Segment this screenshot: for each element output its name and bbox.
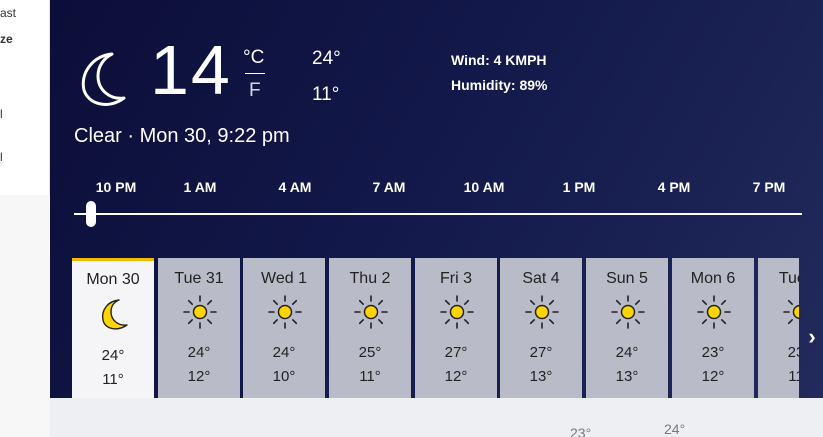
day-card-sat-4[interactable]: Sat 4 27° 13° xyxy=(500,258,582,400)
daily-forecast-strip: Mon 30 24° 11° Tue 31 24° 12° Wed 1 24° … xyxy=(72,258,799,400)
sun-icon xyxy=(697,295,731,329)
day-name: Mon 6 xyxy=(690,270,736,287)
day-name: Tue 31 xyxy=(174,270,224,287)
day-name: Sun 5 xyxy=(606,270,648,287)
day-low: 12° xyxy=(701,368,725,385)
hour-label[interactable]: 7 AM xyxy=(373,179,406,195)
moon-icon xyxy=(81,52,126,106)
day-name: Thu 2 xyxy=(349,270,391,287)
day-high: 27° xyxy=(529,344,553,361)
day-name: Mon 30 xyxy=(86,271,140,288)
hour-label[interactable]: 4 PM xyxy=(658,179,691,195)
day-low: 11° xyxy=(102,371,124,388)
day-name: Tue 7 xyxy=(778,270,799,287)
day-card-mon-6[interactable]: Mon 6 23° 12° xyxy=(672,258,754,400)
sun-icon xyxy=(183,295,217,329)
current-temperature: 14 xyxy=(150,31,232,109)
day-high: 24° xyxy=(101,347,125,364)
chart-value-label: 24° xyxy=(664,421,686,437)
day-name: Wed 1 xyxy=(261,270,307,287)
day-card-sun-5[interactable]: Sun 5 24° 13° xyxy=(586,258,668,400)
chart-area-below: 23° 24° xyxy=(50,398,823,437)
day-high: 24° xyxy=(615,344,639,361)
sidebar-fragment: l xyxy=(0,107,3,121)
next-days-chevron-icon[interactable]: › xyxy=(803,322,821,352)
hour-label[interactable]: 10 PM xyxy=(96,179,136,195)
day-low: 12° xyxy=(187,368,211,385)
left-sidebar: ast ze l l xyxy=(0,0,50,437)
sun-icon xyxy=(611,295,645,329)
day-low: 11° xyxy=(788,368,799,385)
sun-icon xyxy=(440,295,474,329)
day-card-mon-30[interactable]: Mon 30 24° 11° xyxy=(72,258,154,400)
hour-label[interactable]: 10 AM xyxy=(464,179,505,195)
hour-label[interactable]: 7 PM xyxy=(753,179,786,195)
day-low: 13° xyxy=(529,368,553,385)
weather-card: 14 °C F 24° 11° Wind: 4 KMPH Humidity: 8… xyxy=(50,0,823,400)
sidebar-fragment: ze xyxy=(0,32,13,46)
day-high: 25° xyxy=(358,344,382,361)
day-low: 10° xyxy=(272,368,296,385)
day-card-fri-3[interactable]: Fri 3 27° 12° xyxy=(415,258,497,400)
sun-icon xyxy=(783,299,799,325)
today-high: 24° xyxy=(312,48,341,69)
day-low: 13° xyxy=(615,368,639,385)
hour-slider-thumb[interactable] xyxy=(86,201,96,227)
day-high: 27° xyxy=(444,344,468,361)
unit-fahrenheit-toggle[interactable]: F xyxy=(249,80,261,102)
day-card-tue-31[interactable]: Tue 31 24° 12° xyxy=(158,258,240,400)
sun-icon xyxy=(268,295,302,329)
day-low: 12° xyxy=(444,368,468,385)
wind-speed: Wind: 4 KMPH xyxy=(451,52,547,68)
day-card-thu-2[interactable]: Thu 2 25° 11° xyxy=(329,258,411,400)
left-sidebar-lower xyxy=(0,195,50,437)
hour-label[interactable]: 1 AM xyxy=(184,179,217,195)
today-low: 11° xyxy=(312,84,340,105)
day-low: 11° xyxy=(359,368,381,385)
day-high: 23° xyxy=(701,344,725,361)
unit-separator xyxy=(245,73,265,74)
condition-datetime: Clear · Mon 30, 9:22 pm xyxy=(74,125,290,147)
day-high: 24° xyxy=(187,344,211,361)
hour-label[interactable]: 4 AM xyxy=(279,179,312,195)
sun-icon xyxy=(525,295,559,329)
day-high: 24° xyxy=(272,344,296,361)
humidity: Humidity: 89% xyxy=(451,77,548,93)
moon-icon xyxy=(101,299,128,330)
day-card-tue-7[interactable]: Tue 7 23° 11° xyxy=(758,258,799,400)
day-name: Fri 3 xyxy=(440,270,472,287)
hour-slider-track[interactable] xyxy=(74,213,802,215)
sidebar-fragment: l xyxy=(0,150,3,164)
chart-value-label: 23° xyxy=(570,425,592,437)
day-name: Sat 4 xyxy=(522,270,560,287)
hour-label[interactable]: 1 PM xyxy=(563,179,596,195)
day-card-wed-1[interactable]: Wed 1 24° 10° xyxy=(243,258,325,400)
sidebar-fragment: ast xyxy=(0,6,17,20)
day-high: 23° xyxy=(787,344,799,361)
sun-icon xyxy=(354,295,388,329)
unit-celsius-toggle[interactable]: °C xyxy=(243,47,264,69)
